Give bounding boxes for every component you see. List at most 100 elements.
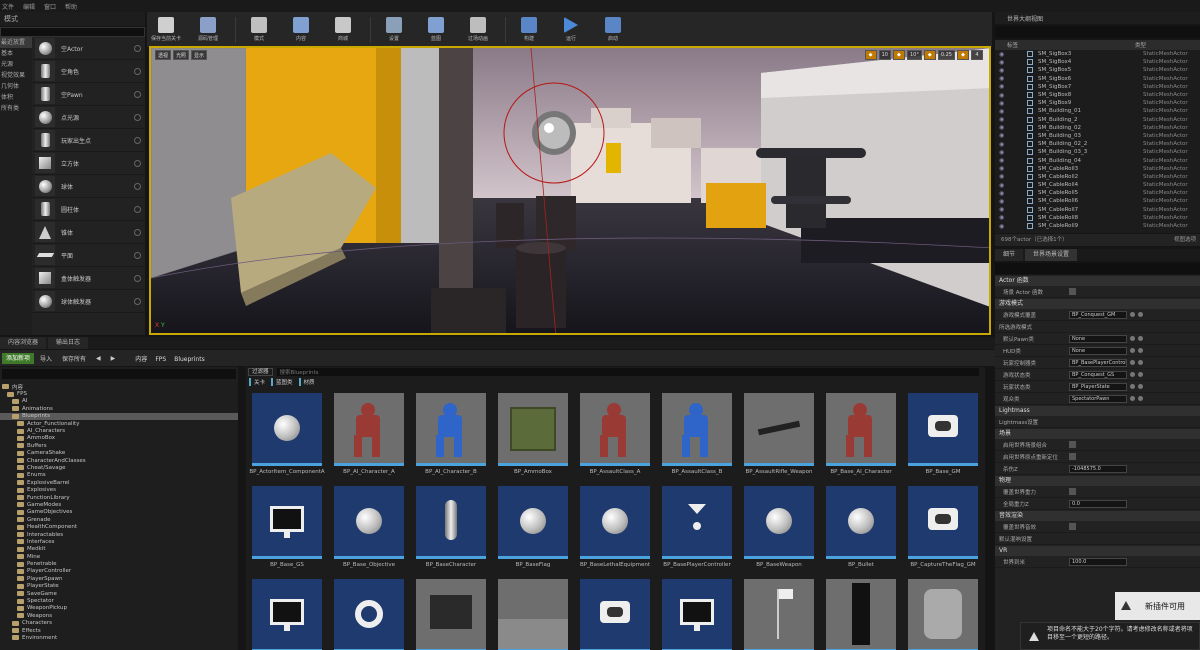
viewport-menu-button[interactable]: 光照 bbox=[173, 50, 190, 60]
folder-tree-item[interactable]: SaveGame bbox=[0, 590, 238, 597]
property-checkbox[interactable] bbox=[1069, 488, 1076, 495]
visibility-eye-icon[interactable]: ◉ bbox=[999, 149, 1007, 156]
outliner-row[interactable]: ◉ SM_Building_03 StaticMeshActor bbox=[995, 132, 1200, 140]
asset-tile[interactable] bbox=[498, 579, 568, 650]
details-section-header[interactable]: VR bbox=[995, 546, 1200, 556]
menu-item[interactable]: 文件 bbox=[2, 2, 14, 11]
import-button[interactable]: 导入 bbox=[36, 352, 56, 365]
asset-tile[interactable]: BP_AI_Character_B bbox=[416, 393, 486, 475]
asset-tile[interactable]: BP_AssaultClass_B bbox=[662, 393, 732, 475]
details-section-header[interactable]: 游戏模式 bbox=[995, 299, 1200, 309]
folder-tree-item[interactable]: FunctionLibrary bbox=[0, 494, 238, 501]
menu-item[interactable]: 编辑 bbox=[23, 2, 35, 11]
snap-toggle-icon[interactable]: ◆ bbox=[892, 50, 905, 60]
info-icon[interactable] bbox=[134, 159, 141, 167]
visibility-eye-icon[interactable]: ◉ bbox=[999, 182, 1007, 189]
outliner-row[interactable]: ◉ SM_SigBox8 StaticMeshActor bbox=[995, 91, 1200, 99]
asset-tile[interactable]: BP_AssaultRifle_Weapon bbox=[744, 393, 814, 475]
place-item[interactable]: 立方体 bbox=[32, 152, 145, 175]
details-section-header[interactable]: 场景 bbox=[995, 429, 1200, 439]
place-item[interactable]: 空角色 bbox=[32, 60, 145, 83]
property-value-input[interactable]: 100.0 bbox=[1069, 557, 1127, 566]
property-dropdown[interactable]: None bbox=[1069, 334, 1127, 343]
property-dropdown[interactable]: BP_PlayerState bbox=[1069, 382, 1127, 391]
mode-category[interactable]: 视觉效果 bbox=[0, 70, 32, 81]
info-icon[interactable] bbox=[134, 251, 141, 259]
asset-tile[interactable]: BP_BasePlayerController bbox=[662, 486, 732, 568]
content-browser-tab[interactable]: 输出日志 bbox=[48, 337, 89, 349]
visibility-eye-icon[interactable]: ◉ bbox=[999, 108, 1007, 115]
toolbar-button[interactable]: 设置 bbox=[375, 13, 413, 46]
breadcrumb-item[interactable]: 内容 bbox=[135, 356, 147, 363]
folder-tree-item[interactable]: Grenade bbox=[0, 516, 238, 523]
outliner-row[interactable]: ◉ SM_Building_01 StaticMeshActor bbox=[995, 107, 1200, 115]
search-icon[interactable] bbox=[1138, 384, 1143, 389]
visibility-eye-icon[interactable]: ◉ bbox=[999, 75, 1007, 82]
snap-toggle-icon[interactable]: ◆ bbox=[957, 50, 969, 60]
outliner-row[interactable]: ◉ SM_SigBox7 StaticMeshActor bbox=[995, 83, 1200, 91]
snap-toggle-icon[interactable]: ◆ bbox=[923, 50, 936, 60]
mode-category[interactable]: 几何体 bbox=[0, 81, 32, 92]
visibility-eye-icon[interactable]: ◉ bbox=[999, 190, 1007, 197]
folder-tree-item[interactable]: Explosives bbox=[0, 486, 238, 493]
property-dropdown[interactable]: None bbox=[1069, 346, 1127, 355]
browse-icon[interactable] bbox=[1130, 312, 1135, 317]
asset-search-input[interactable]: 搜索Blueprints bbox=[276, 368, 979, 376]
filter-button[interactable]: 过滤器 bbox=[248, 368, 273, 376]
toolbar-button[interactable]: 运行 bbox=[552, 13, 590, 46]
outliner-search-input[interactable] bbox=[995, 26, 1200, 38]
folder-tree-item[interactable]: Environment bbox=[0, 634, 238, 641]
folder-tree-item[interactable]: Medkit bbox=[0, 546, 238, 553]
folder-tree-item[interactable]: Effects bbox=[0, 627, 238, 634]
outliner-row[interactable]: ◉ SM_CableRoll4 StaticMeshActor bbox=[995, 181, 1200, 189]
asset-tile[interactable]: BP_Base_GS bbox=[252, 486, 322, 568]
folder-tree-item[interactable]: PlayerState bbox=[0, 583, 238, 590]
visibility-eye-icon[interactable]: ◉ bbox=[999, 198, 1007, 205]
folder-tree-item[interactable]: Interfaces bbox=[0, 538, 238, 545]
folder-tree-item[interactable]: ExplosiveBarrel bbox=[0, 479, 238, 486]
toolbar-button[interactable]: 保存当前关卡 bbox=[147, 13, 185, 46]
property-checkbox[interactable] bbox=[1069, 523, 1076, 530]
snap-value[interactable]: 0.25 bbox=[937, 50, 955, 60]
property-value-input[interactable]: -1048575.0 bbox=[1069, 464, 1127, 473]
mode-category[interactable]: 所有类 bbox=[0, 103, 32, 114]
snap-value[interactable]: 4 bbox=[971, 50, 983, 60]
search-icon[interactable] bbox=[1138, 336, 1143, 341]
asset-tile[interactable]: BP_AssaultClass_A bbox=[580, 393, 650, 475]
asset-grid-scrollbar[interactable] bbox=[986, 367, 994, 650]
menu-item[interactable]: 窗口 bbox=[44, 2, 56, 11]
snap-toggle-icon[interactable]: ◆ bbox=[864, 50, 877, 60]
visibility-eye-icon[interactable]: ◉ bbox=[999, 116, 1007, 123]
details-search-input[interactable] bbox=[995, 263, 1200, 274]
toolbar-button[interactable]: 过场动画 bbox=[459, 13, 497, 46]
info-icon[interactable] bbox=[134, 44, 141, 52]
outliner-row[interactable]: ◉ SM_Building_03_3 StaticMeshActor bbox=[995, 148, 1200, 156]
property-dropdown[interactable]: BP_BasePlayerController bbox=[1069, 358, 1127, 367]
folder-tree-item[interactable]: Mine bbox=[0, 553, 238, 560]
asset-tile[interactable]: BP_BaseWeapon bbox=[744, 486, 814, 568]
outliner-row[interactable]: ◉ SM_Building_02 StaticMeshActor bbox=[995, 124, 1200, 132]
outliner-view-options[interactable]: 视图选项 bbox=[1174, 234, 1196, 246]
place-item[interactable]: 圆柱体 bbox=[32, 198, 145, 221]
visibility-eye-icon[interactable]: ◉ bbox=[999, 206, 1007, 213]
outliner-row[interactable]: ◉ SM_CableRoll6 StaticMeshActor bbox=[995, 197, 1200, 205]
search-icon[interactable] bbox=[1138, 396, 1143, 401]
toolbar-button[interactable]: 商城 bbox=[324, 13, 362, 46]
info-icon[interactable] bbox=[134, 67, 141, 75]
asset-tile[interactable]: BP_ActorItem_ComponentA bbox=[249, 393, 325, 475]
toolbar-button[interactable]: 构建 bbox=[510, 13, 548, 46]
place-item[interactable]: 球体触发器 bbox=[32, 290, 145, 313]
info-icon[interactable] bbox=[134, 136, 141, 144]
folder-tree-item[interactable]: Enums bbox=[0, 472, 238, 479]
viewport-menu-button[interactable]: 显示 bbox=[191, 50, 208, 60]
asset-tile[interactable]: BP_Bullet bbox=[826, 486, 896, 568]
visibility-eye-icon[interactable]: ◉ bbox=[999, 67, 1007, 74]
snap-value[interactable]: 10 bbox=[878, 50, 891, 60]
search-icon[interactable] bbox=[1138, 348, 1143, 353]
place-item[interactable]: 玩家出生点 bbox=[32, 129, 145, 152]
visibility-eye-icon[interactable]: ◉ bbox=[999, 214, 1007, 221]
save-all-button[interactable]: 保存所有 bbox=[58, 352, 90, 365]
details-section-header[interactable]: 音效渲染 bbox=[995, 511, 1200, 521]
search-icon[interactable] bbox=[1138, 360, 1143, 365]
visibility-eye-icon[interactable]: ◉ bbox=[999, 124, 1007, 131]
